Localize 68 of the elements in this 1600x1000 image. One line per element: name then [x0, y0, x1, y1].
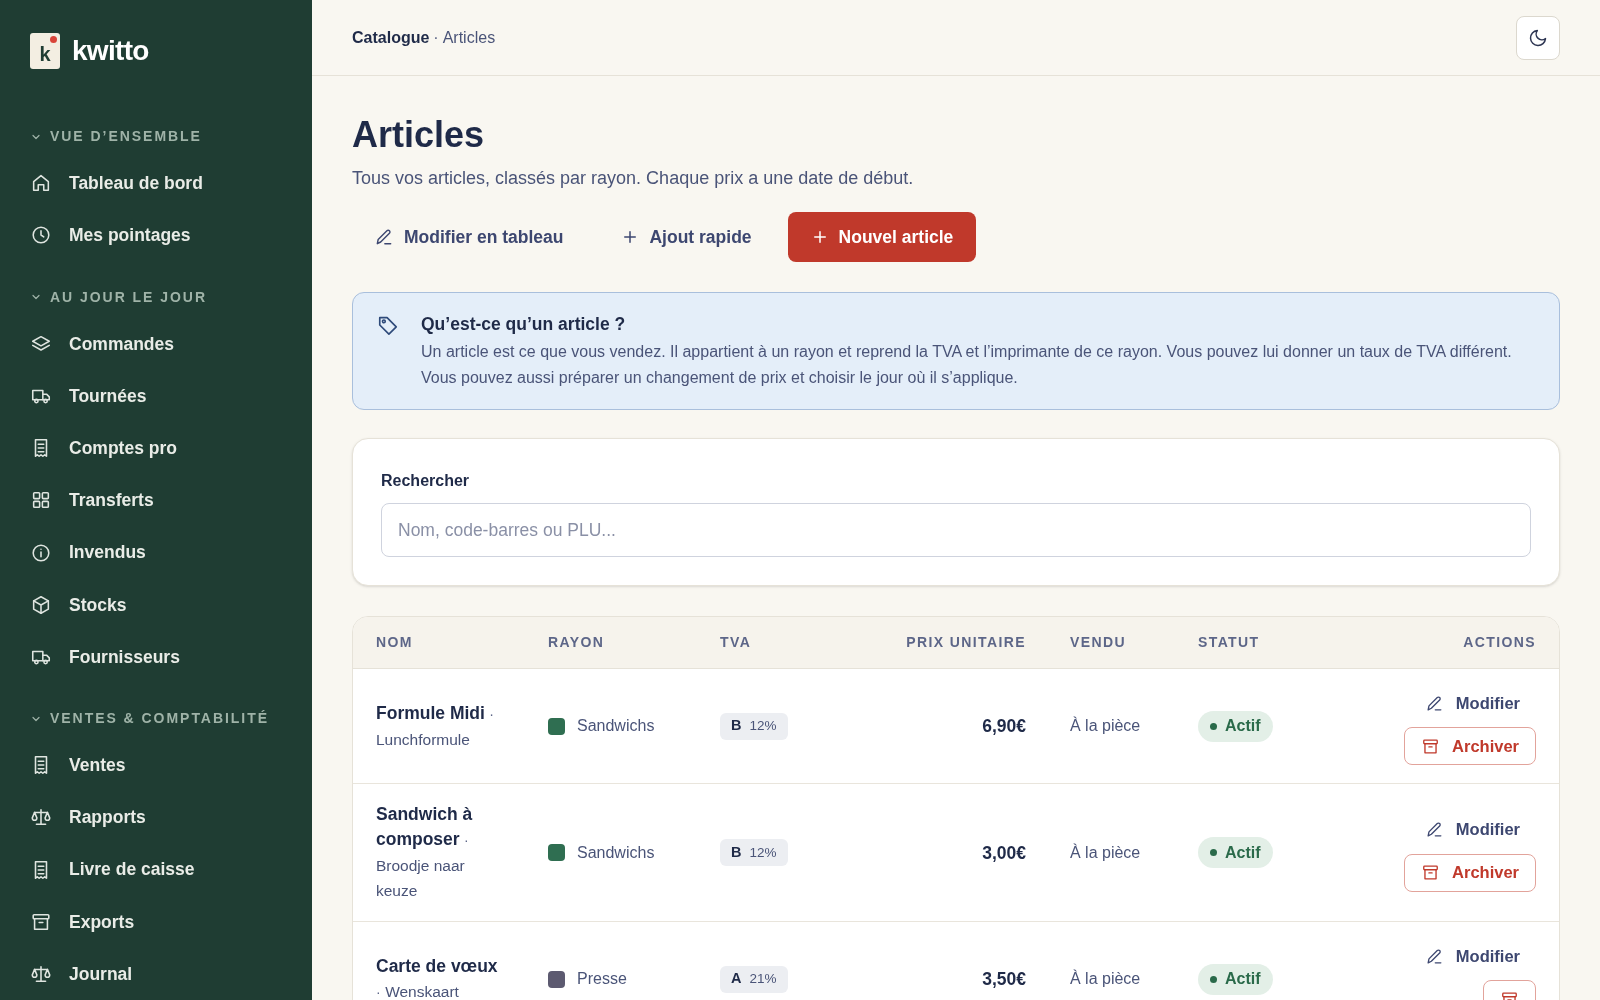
column-header: NOM	[376, 633, 414, 653]
rayon-name: Sandwichs	[577, 842, 655, 863]
logo-icon: k	[30, 32, 60, 69]
article-name: Sandwich à composer · Broodje naar keuze	[376, 803, 474, 902]
vat-badge: A 21%	[720, 965, 788, 993]
article-name: Formule Midi · Lunchformule	[376, 701, 495, 750]
search-field[interactable]: Nom, code-barres ou PLU...	[381, 503, 1531, 558]
section-heading: AU JOUR LE JOUR	[50, 287, 207, 307]
unit-price: 3,00€	[981, 841, 1026, 865]
pencil-icon	[374, 227, 394, 247]
unit-price: 3,50€	[981, 968, 1026, 992]
info-text: Un article est ce que vous vendez. Il appartient à un rayon et reprend la TVA et l’imprimante de ce rayon. Vous pouvez lui donner un taux de TVA différent. Vous pouvez aussi préparer un changement de prix et choisir le jour où il s’applique.	[421, 342, 1513, 389]
box-icon	[30, 593, 52, 616]
sidebar-item[interactable]: Invendus	[30, 526, 282, 579]
archive-button[interactable]: Archiver	[1404, 727, 1536, 766]
sold-by: À la pièce	[1069, 715, 1142, 737]
theme-toggle-button[interactable]	[1516, 15, 1560, 60]
status-badge: Actif	[1198, 837, 1273, 869]
sidebar-item[interactable]: Comptes pro	[30, 422, 282, 475]
article-name: Carte de vœux · Wenskaart	[376, 954, 499, 1000]
archive-button[interactable]: Archiver	[1404, 853, 1536, 892]
page-title: Articles	[352, 113, 486, 157]
sidebar-item[interactable]: Ventes	[30, 739, 282, 792]
sidebar-item[interactable]: Tournées	[30, 369, 282, 423]
brand-name: kwitto	[72, 33, 149, 68]
sidebar-item[interactable]: Rapports	[30, 791, 282, 844]
status-badge: Actif	[1198, 710, 1273, 742]
breadcrumb-current: Articles	[442, 27, 496, 48]
unit-price: 6,90€	[981, 715, 1026, 739]
sidebar-item[interactable]: Mes pointages	[30, 209, 282, 262]
breadcrumb-separator: ·	[433, 27, 439, 48]
sidebar-item[interactable]: Tableau de bord	[30, 157, 282, 210]
column-header: PRIX UNITAIRE	[905, 633, 1026, 653]
search-label: Rechercher	[381, 471, 471, 492]
sidebar-item[interactable]: Exports	[30, 895, 282, 948]
sidebar-item[interactable]: Transferts	[30, 474, 282, 527]
column-header: STATUT	[1198, 633, 1261, 653]
archive-icon	[1421, 736, 1441, 756]
sidebar-item[interactable]: Stocks	[30, 578, 282, 631]
info-title: Qu’est-ce qu’un article ?	[421, 313, 627, 336]
sold-by: À la pièce	[1069, 842, 1142, 863]
sidebar-item[interactable]: Fournisseurs	[30, 630, 282, 683]
status-badge: Actif	[1198, 963, 1273, 995]
moon-icon	[1528, 27, 1548, 48]
sidebar-item[interactable]: Livre de caisse	[30, 843, 282, 896]
column-header: TVA	[720, 633, 753, 653]
sidebar-item[interactable]: Journal	[30, 947, 282, 1000]
edit-button[interactable]: Modifier	[1424, 687, 1536, 720]
column-header: RAYON	[548, 633, 606, 653]
rayon-name: Presse	[577, 969, 627, 990]
vat-badge: B 12%	[720, 712, 788, 740]
archive-icon	[1421, 863, 1441, 883]
edit-button[interactable]: Modifier	[1424, 813, 1536, 846]
vat-badge: B 12%	[720, 839, 788, 867]
quick-add-button[interactable]: Ajout rapide	[599, 212, 774, 262]
column-header: ACTIONS	[1462, 633, 1536, 653]
rayon-name: Sandwichs	[577, 716, 655, 737]
tag-icon	[377, 314, 399, 336]
section-heading: VUE D’ENSEMBLE	[50, 127, 202, 147]
column-header: VENDU	[1069, 633, 1127, 653]
sold-by: À la pièce	[1069, 968, 1142, 990]
sidebar-item[interactable]: Commandes	[30, 317, 282, 370]
new-article-button[interactable]: Nouvel article	[787, 212, 977, 262]
page-subtitle: Tous vos articles, classés par rayon. Chaque prix a une date de début.	[352, 167, 915, 190]
section-heading: VENTES & COMPTABILITÉ	[50, 709, 270, 729]
breadcrumb-link[interactable]: Catalogue	[352, 25, 430, 50]
edit-table-button[interactable]: Modifier en tableau	[352, 212, 586, 262]
edit-button[interactable]: Modifier	[1424, 940, 1536, 973]
